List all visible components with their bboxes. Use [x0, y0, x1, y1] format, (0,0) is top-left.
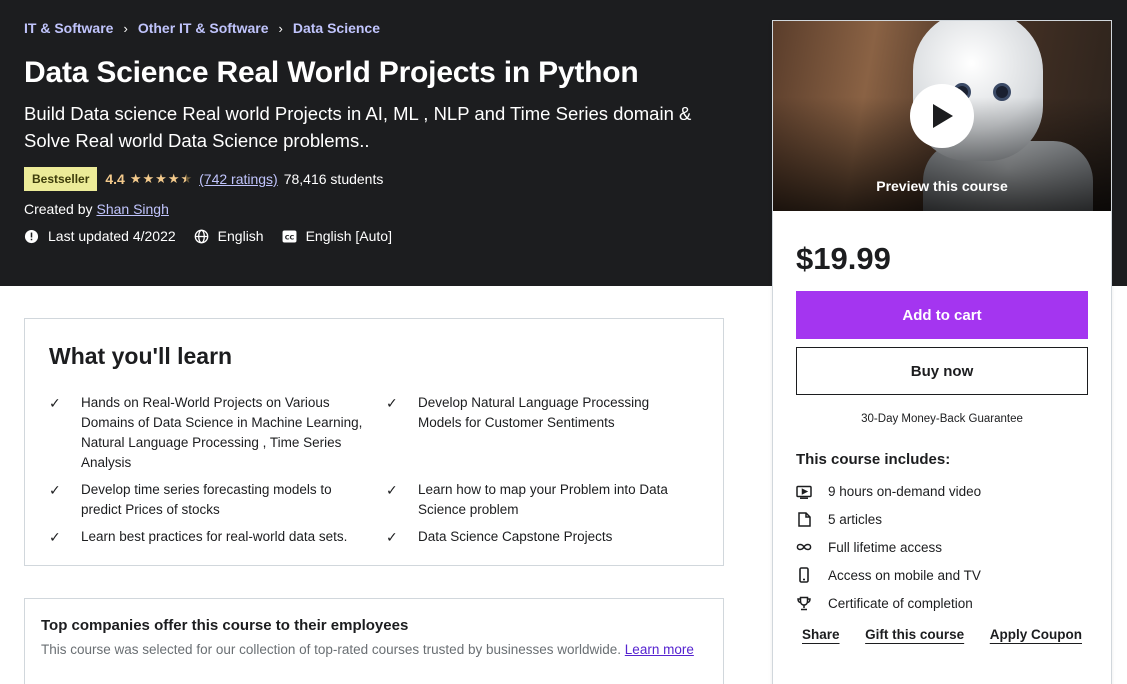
file-icon — [796, 512, 812, 528]
rating-stars: ★ ★ ★ ★ ★ — [130, 171, 193, 187]
list-item: Full lifetime access — [796, 534, 1088, 562]
include-text: 9 hours on-demand video — [828, 484, 982, 500]
mobile-icon — [796, 567, 812, 584]
check-icon: ✓ — [49, 395, 61, 411]
learn-more-link[interactable]: Learn more — [625, 642, 694, 657]
learn-item-text: Hands on Real-World Projects on Various … — [81, 395, 363, 470]
chevron-right-icon: › — [123, 20, 128, 36]
list-item: ✓ Develop Natural Language Processing Mo… — [386, 393, 686, 473]
play-icon — [933, 104, 953, 128]
breadcrumb-link-data-science[interactable]: Data Science — [293, 20, 380, 36]
breadcrumb-link-other-it-software[interactable]: Other IT & Software — [138, 20, 269, 36]
course-title: Data Science Real World Projects in Pyth… — [24, 56, 639, 89]
star-icon: ★ — [167, 171, 180, 186]
svg-text:CC: CC — [284, 233, 294, 241]
buy-now-button[interactable]: Buy now — [796, 347, 1088, 395]
check-icon: ✓ — [386, 395, 398, 411]
top-companies-text: This course was selected for our collect… — [41, 640, 701, 660]
closed-captions-icon: CC — [282, 229, 297, 243]
include-text: 5 articles — [828, 512, 883, 528]
rating-row: Bestseller 4.4 ★ ★ ★ ★ ★ (742 ratings) 7… — [24, 167, 383, 191]
list-item: ✓ Learn how to map your Problem into Dat… — [386, 480, 686, 520]
course-meta: Last updated 4/2022 English CC English [… — [24, 228, 410, 244]
include-text: Access on mobile and TV — [828, 567, 981, 583]
captions: CC English [Auto] — [282, 228, 392, 244]
check-icon: ✓ — [386, 529, 398, 545]
check-icon: ✓ — [49, 482, 61, 498]
star-icon: ★ — [142, 171, 155, 186]
list-item: 5 articles — [796, 506, 1088, 534]
add-to-cart-button[interactable]: Add to cart — [796, 291, 1088, 339]
share-link[interactable]: Share — [802, 627, 840, 642]
purchase-card: Preview this course $19.99 Add to cart B… — [772, 20, 1112, 684]
include-text: Full lifetime access — [828, 539, 943, 555]
last-updated: Last updated 4/2022 — [24, 228, 176, 244]
gift-course-link[interactable]: Gift this course — [865, 627, 964, 642]
course-preview[interactable]: Preview this course — [773, 21, 1111, 211]
includes-list: 9 hours on-demand video 5 articles Full … — [796, 478, 1088, 617]
last-updated-text: Last updated 4/2022 — [48, 228, 176, 244]
created-by-label: Created by — [24, 201, 93, 217]
top-companies-description: This course was selected for our collect… — [41, 642, 622, 657]
preview-label: Preview this course — [876, 178, 1008, 194]
video-icon — [796, 484, 812, 500]
includes-title: This course includes: — [796, 451, 951, 468]
money-back-guarantee: 30-Day Money-Back Guarantee — [861, 413, 1023, 425]
breadcrumb: IT & Software › Other IT & Software › Da… — [24, 20, 380, 36]
created-by: Created by Shan Singh — [24, 201, 169, 217]
infinity-icon — [796, 539, 812, 555]
learn-item-text: Learn best practices for real-world data… — [81, 529, 348, 544]
list-item: Access on mobile and TV — [796, 561, 1088, 589]
learn-item-text: Learn how to map your Problem into Data … — [418, 482, 668, 517]
breadcrumb-link-it-software[interactable]: IT & Software — [24, 20, 113, 36]
author-link[interactable]: Shan Singh — [96, 201, 168, 217]
list-item: ✓ Learn best practices for real-world da… — [49, 527, 386, 547]
list-item: ✓ Develop time series forecasting models… — [49, 480, 386, 520]
rating-value: 4.4 — [105, 171, 125, 187]
top-companies-box: Top companies offer this course to their… — [24, 598, 724, 684]
chevron-right-icon: › — [278, 20, 283, 36]
learn-list: ✓ Hands on Real-World Projects on Variou… — [49, 393, 701, 547]
price: $19.99 — [796, 241, 891, 276]
check-icon: ✓ — [386, 482, 398, 498]
trophy-icon — [796, 595, 812, 611]
top-companies-title: Top companies offer this course to their… — [41, 617, 409, 634]
learn-title: What you'll learn — [49, 343, 233, 369]
list-item: ✓ Data Science Capstone Projects — [386, 527, 686, 547]
globe-icon — [194, 229, 209, 243]
bestseller-badge: Bestseller — [24, 167, 98, 191]
list-item: Certificate of completion — [796, 589, 1088, 617]
what-you-learn: What you'll learn ✓ Hands on Real-World … — [24, 318, 724, 566]
half-star-icon: ★ — [180, 171, 193, 186]
captions-text: English [Auto] — [305, 228, 392, 244]
students-count: 78,416 students — [283, 171, 384, 187]
list-item: 9 hours on-demand video — [796, 478, 1088, 506]
apply-coupon-link[interactable]: Apply Coupon — [990, 627, 1082, 642]
alert-badge-icon — [24, 229, 39, 243]
play-button[interactable] — [910, 84, 974, 148]
learn-item-text: Data Science Capstone Projects — [418, 529, 613, 544]
language-text: English — [217, 228, 264, 244]
ratings-count-link[interactable]: (742 ratings) — [199, 171, 278, 187]
learn-item-text: Develop Natural Language Processing Mode… — [418, 395, 650, 430]
include-text: Certificate of completion — [828, 595, 973, 611]
list-item: ✓ Hands on Real-World Projects on Variou… — [49, 393, 386, 473]
course-subtitle: Build Data science Real world Projects i… — [24, 103, 692, 151]
check-icon: ✓ — [49, 529, 61, 545]
star-icon: ★ — [129, 171, 142, 186]
language: English — [194, 228, 264, 244]
card-links: Share Gift this course Apply Coupon — [796, 627, 1088, 642]
learn-item-text: Develop time series forecasting models t… — [81, 482, 332, 517]
star-icon: ★ — [155, 171, 167, 186]
